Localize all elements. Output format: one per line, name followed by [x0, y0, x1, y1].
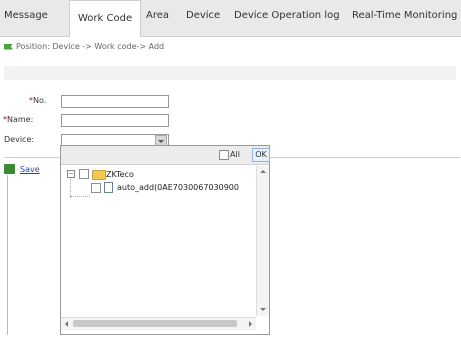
divider — [7, 175, 8, 335]
no-field[interactable] — [61, 95, 169, 108]
tree-line — [70, 176, 71, 198]
tab-work-code[interactable]: Work Code — [69, 0, 142, 38]
tree-item-auto-add[interactable]: auto_add(0AE7030067030900 — [117, 183, 239, 192]
section-bar — [4, 66, 456, 80]
scroll-down-icon[interactable] — [260, 308, 266, 311]
ok-button[interactable]: OK — [252, 148, 270, 162]
no-label: *No. — [29, 96, 47, 105]
flag-icon — [4, 43, 13, 50]
tree-checkbox-auto-add[interactable] — [91, 183, 101, 193]
tab-device-operation-log[interactable]: Device Operation log — [234, 10, 340, 21]
tree-checkbox-zkteco[interactable] — [79, 169, 89, 179]
save-link[interactable]: Save — [20, 165, 40, 174]
tree-line — [70, 196, 90, 197]
name-label: *Name: — [3, 115, 34, 124]
tab-message[interactable]: Message — [4, 10, 48, 21]
vertical-scrollbar[interactable] — [256, 166, 269, 316]
scroll-right-icon[interactable] — [249, 321, 252, 327]
tab-real-time-monitoring[interactable]: Real-Time Monitoring — [352, 10, 457, 21]
scroll-up-icon[interactable] — [260, 170, 266, 173]
dropdown-toolbar: All OK — [61, 146, 270, 165]
tab-area[interactable]: Area — [146, 10, 169, 21]
folder-icon — [92, 170, 106, 180]
tree-item-zkteco[interactable]: ZKTeco — [106, 170, 134, 179]
breadcrumb: Position: Device -> Work code-> Add — [4, 42, 164, 51]
name-field[interactable] — [61, 114, 169, 127]
scroll-thumb[interactable] — [73, 320, 237, 327]
save-icon[interactable] — [4, 164, 15, 174]
breadcrumb-text: Position: Device -> Work code-> Add — [16, 42, 165, 51]
horizontal-scrollbar[interactable] — [61, 317, 256, 330]
device-label: Device: — [4, 135, 35, 144]
collapse-icon[interactable]: − — [67, 170, 75, 178]
scroll-left-icon[interactable] — [65, 321, 68, 327]
all-checkbox[interactable] — [219, 150, 229, 160]
document-icon — [104, 182, 113, 193]
tab-device[interactable]: Device — [186, 10, 220, 21]
tab-bar: Message Work Code Area Device Device Ope… — [0, 0, 461, 38]
device-dropdown: All OK − ZKTeco auto_add(0AE703006703090… — [60, 145, 270, 335]
all-label: All — [230, 150, 240, 159]
